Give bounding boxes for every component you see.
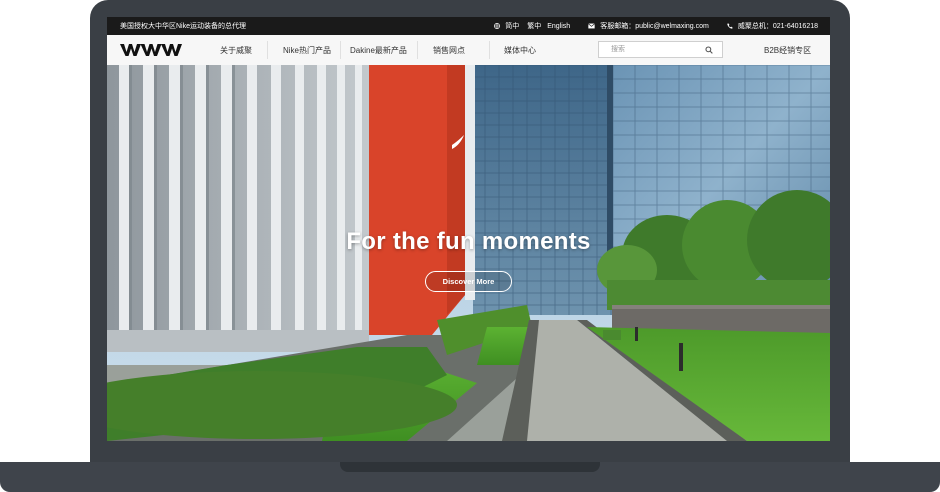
top-info-bar: 美国授权大中华区Nike运动装备的总代理 简中 繁中 English 客服邮箱：… [107, 17, 830, 35]
nav-item-about[interactable]: 关于威聚 [220, 35, 252, 65]
nav-item-sales-outlets[interactable]: 销售网点 [433, 35, 465, 65]
lang-english-link[interactable]: English [547, 23, 570, 30]
website-screen: 美国授权大中华区Nike运动装备的总代理 简中 繁中 English 客服邮箱：… [107, 17, 830, 441]
slogan: 美国授权大中华区Nike运动装备的总代理 [120, 23, 247, 30]
hero-title: For the fun moments [346, 228, 591, 255]
email-link[interactable]: 客服邮箱：public@welmaxing.com [600, 21, 709, 31]
search-icon[interactable] [705, 46, 713, 54]
globe-icon [494, 23, 501, 29]
lang-traditional-link[interactable]: 繁中 [527, 21, 541, 31]
nav-item-dakine-products[interactable]: Dakine最新产品 [350, 35, 407, 65]
lang-simplified-link[interactable]: 简中 [505, 21, 519, 31]
search-box [598, 41, 723, 58]
brand-logo[interactable] [120, 43, 184, 57]
main-navbar: 关于威聚 Nike热门产品 Dakine最新产品 销售网点 媒体中心 B2B经销… [107, 35, 830, 66]
search-input[interactable] [609, 45, 703, 54]
phone-number: 威聚总机：021-64016218 [737, 23, 818, 30]
b2b-portal-link[interactable]: B2B经销专区 [764, 35, 811, 65]
top-info-right: 简中 繁中 English 客服邮箱：public@welmaxing.com … [476, 21, 818, 31]
laptop-notch [340, 462, 600, 472]
nav-item-nike-products[interactable]: Nike热门产品 [283, 35, 331, 65]
language-switcher: 简中 繁中 English [494, 21, 570, 31]
nav-item-media-center[interactable]: 媒体中心 [504, 35, 536, 65]
nav-divider [267, 41, 268, 59]
mail-icon [588, 23, 596, 29]
discover-more-button[interactable]: Discover More [425, 271, 512, 292]
email-contact: 客服邮箱：public@welmaxing.com [588, 21, 709, 31]
hero-banner: For the fun moments Discover More [107, 65, 830, 441]
nav-divider [417, 41, 418, 59]
phone-contact: 威聚总机：021-64016218 [727, 21, 818, 31]
phone-icon [727, 23, 733, 29]
nav-divider [489, 41, 490, 59]
nav-divider [340, 41, 341, 59]
